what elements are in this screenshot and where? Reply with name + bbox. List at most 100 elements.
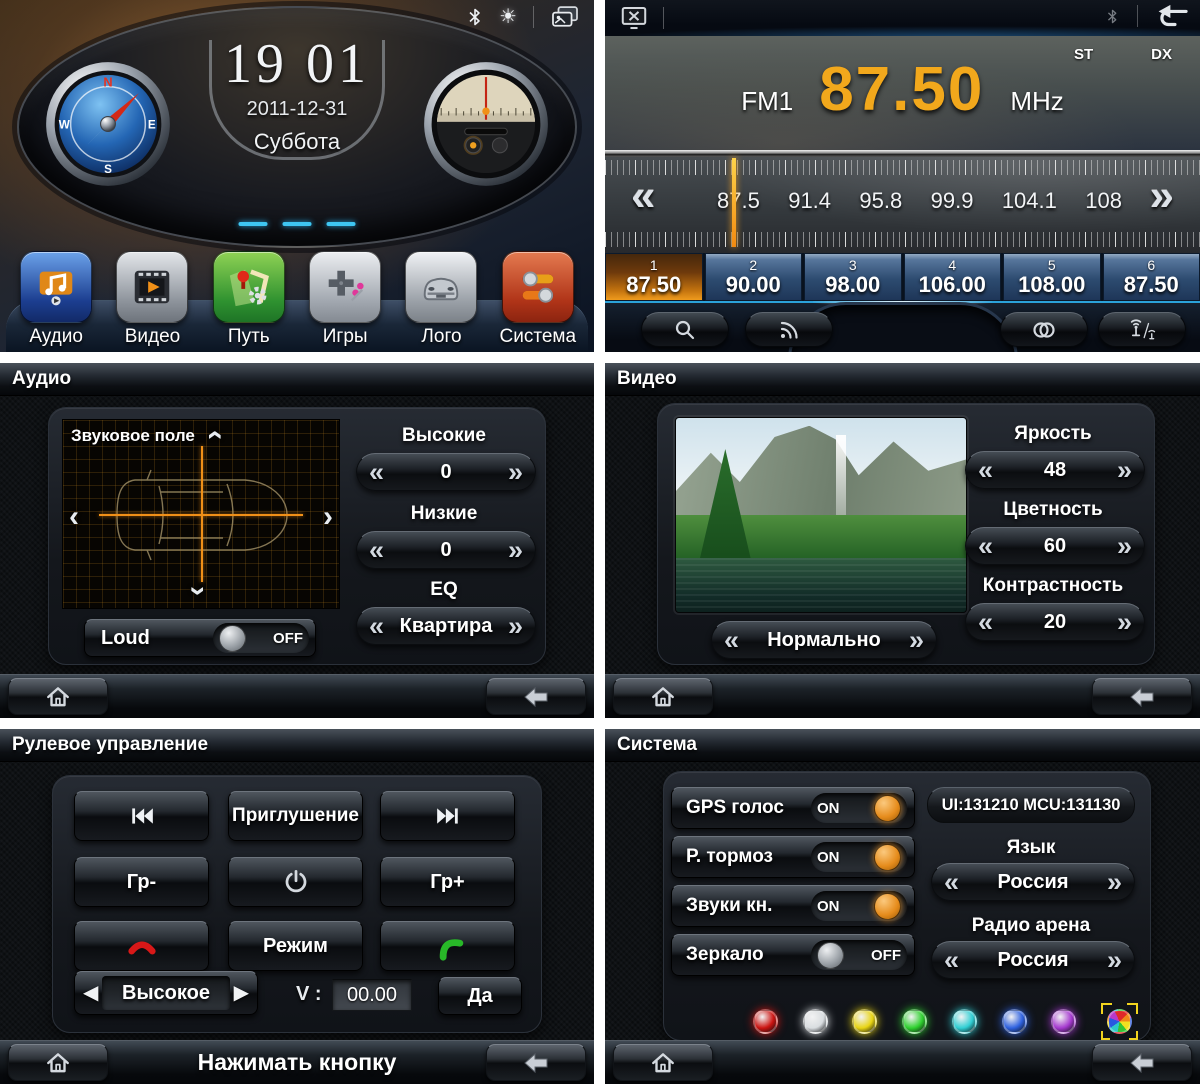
video-mode-spinner[interactable]: « Нормально » — [711, 621, 937, 659]
fader-front-arrow-icon[interactable]: ‹ — [200, 430, 233, 440]
theme-color-purple[interactable] — [1051, 1009, 1077, 1034]
increase-chevron-icon[interactable]: » — [508, 458, 523, 486]
contrast-spinner[interactable]: « 20 » — [965, 603, 1145, 641]
balance-left-arrow-icon[interactable]: ‹ — [69, 502, 79, 532]
mute-button[interactable]: Приглушение — [228, 791, 363, 841]
preset-3-button[interactable]: 3 98.00 — [804, 253, 902, 301]
stereo-mono-button[interactable] — [1000, 312, 1088, 347]
next-chevron-icon[interactable]: » — [1107, 868, 1122, 896]
next-track-button[interactable] — [380, 791, 515, 841]
next-chevron-icon[interactable]: » — [909, 626, 924, 654]
next-chevron-icon[interactable]: » — [508, 612, 523, 640]
toggle[interactable]: ON — [811, 891, 907, 921]
app-row: Аудио Видео Путь Игры Лого Система — [8, 251, 586, 348]
back-return-icon[interactable] — [1156, 4, 1190, 28]
treble-spinner[interactable]: « 0 » — [356, 453, 536, 491]
increase-chevron-icon[interactable]: » — [508, 536, 523, 564]
answer-button[interactable] — [380, 921, 515, 971]
theme-color-cyan[interactable] — [951, 1009, 977, 1034]
power-button[interactable] — [228, 857, 363, 907]
increase-chevron-icon[interactable]: » — [1117, 532, 1132, 560]
home-button[interactable] — [613, 678, 713, 715]
back-button[interactable] — [486, 678, 586, 715]
toggle[interactable]: ON — [811, 842, 907, 872]
confirm-button[interactable]: Да — [438, 977, 522, 1015]
brightness-spinner[interactable]: « 48 » — [965, 451, 1145, 489]
fader-rear-arrow-icon[interactable]: ‹ — [179, 586, 212, 596]
seek-down-button[interactable]: « — [631, 174, 655, 218]
prev-chevron-icon[interactable]: « — [369, 612, 384, 640]
back-button[interactable] — [1092, 1044, 1192, 1081]
seek-search-button[interactable] — [641, 312, 729, 347]
hang-up-button[interactable] — [74, 921, 209, 971]
app-system[interactable]: Система — [492, 251, 584, 348]
back-arrow-icon — [524, 1052, 548, 1073]
preset-6-button[interactable]: 6 87.50 — [1102, 253, 1200, 301]
power-icon — [285, 870, 306, 893]
decrease-chevron-icon[interactable]: « — [369, 458, 384, 486]
language-spinner[interactable]: « Россия » — [931, 863, 1135, 901]
preset-5-button[interactable]: 5 108.00 — [1003, 253, 1101, 301]
decrease-chevron-icon[interactable]: « — [369, 536, 384, 564]
brightness-icon[interactable]: ☀ — [499, 4, 517, 29]
app-navigation[interactable]: Путь — [203, 251, 295, 348]
balance-right-arrow-icon[interactable]: › — [323, 502, 333, 532]
bass-spinner[interactable]: « 0 » — [356, 531, 536, 569]
back-button[interactable] — [486, 1044, 586, 1081]
decrease-chevron-icon[interactable]: « — [978, 456, 993, 484]
decrease-chevron-icon[interactable]: « — [978, 532, 993, 560]
wallpaper-icon[interactable] — [550, 5, 580, 29]
increase-chevron-icon[interactable]: » — [1117, 608, 1132, 636]
parking-brake-toggle-row[interactable]: Р. тормоз ON — [671, 836, 915, 878]
prev-chevron-icon[interactable]: « — [944, 946, 959, 974]
theme-color-white[interactable] — [802, 1009, 828, 1034]
home-button[interactable] — [613, 1044, 713, 1081]
theme-color-green[interactable] — [902, 1009, 928, 1034]
decrease-chevron-icon[interactable]: « — [978, 608, 993, 636]
theme-color-red[interactable] — [753, 1009, 778, 1034]
loud-toggle[interactable]: OFF — [213, 623, 309, 653]
bluetooth-icon — [1107, 9, 1117, 23]
eq-spinner[interactable]: « Квартира » — [356, 607, 536, 645]
voltage-value-field[interactable]: 00.00 — [332, 979, 412, 1011]
prev-chevron-icon[interactable]: « — [724, 626, 739, 654]
scan-button[interactable] — [745, 312, 833, 347]
level-prev-triangle-icon[interactable]: ◀ — [83, 983, 98, 1003]
mode-button[interactable]: Режим — [228, 921, 363, 971]
next-chevron-icon[interactable]: » — [1107, 946, 1122, 974]
home-button[interactable] — [8, 678, 108, 715]
volume-down-button[interactable]: Гр- — [74, 857, 209, 907]
tuning-scale[interactable]: 87.5 91.4 95.8 99.9 104.1 108 « » — [605, 150, 1200, 253]
increase-chevron-icon[interactable]: » — [1117, 456, 1132, 484]
preset-1-button[interactable]: 1 87.50 — [605, 253, 703, 301]
theme-color-blue[interactable] — [1001, 1009, 1027, 1034]
mirror-toggle-row[interactable]: Зеркало OFF — [671, 934, 915, 976]
screen-off-icon[interactable] — [613, 4, 655, 32]
preset-4-button[interactable]: 4 106.00 — [903, 253, 1001, 301]
home-button[interactable] — [8, 1044, 108, 1081]
screenshot-grid: ☀ 19 01 2011-12-31 Суббота N E S W Аудио… — [0, 0, 1200, 1084]
preset-2-button[interactable]: 2 90.00 — [704, 253, 802, 301]
loud-toggle-button[interactable]: Loud OFF — [84, 619, 316, 657]
toggle[interactable]: OFF — [811, 940, 907, 970]
app-logo[interactable]: Лого — [395, 251, 487, 348]
prev-track-button[interactable] — [74, 791, 209, 841]
local-dx-button[interactable] — [1098, 312, 1186, 347]
key-beep-toggle-row[interactable]: Звуки кн. ON — [671, 885, 915, 927]
volume-up-button[interactable]: Гр+ — [380, 857, 515, 907]
seek-up-button[interactable]: » — [1150, 174, 1174, 218]
app-games[interactable]: Игры — [299, 251, 391, 348]
app-audio[interactable]: Аудио — [10, 251, 102, 348]
level-next-triangle-icon[interactable]: ▶ — [234, 983, 249, 1003]
theme-color-yellow[interactable] — [852, 1009, 878, 1034]
radio-area-spinner[interactable]: « Россия » — [931, 941, 1135, 979]
toggle[interactable]: ON — [811, 793, 907, 823]
panel-steering-wheel-control: Рулевое управление Приглушение Гр- Гр+ Р… — [0, 729, 594, 1084]
app-video[interactable]: Видео — [106, 251, 198, 348]
back-button[interactable] — [1092, 678, 1192, 715]
gps-voice-toggle-row[interactable]: GPS голос ON — [671, 787, 915, 829]
frequency-readout: FM1 87.50 MHz — [605, 54, 1200, 125]
prev-chevron-icon[interactable]: « — [944, 868, 959, 896]
color-spinner[interactable]: « 60 » — [965, 527, 1145, 565]
level-selector[interactable]: ◀ Высокое ▶ — [74, 971, 258, 1015]
